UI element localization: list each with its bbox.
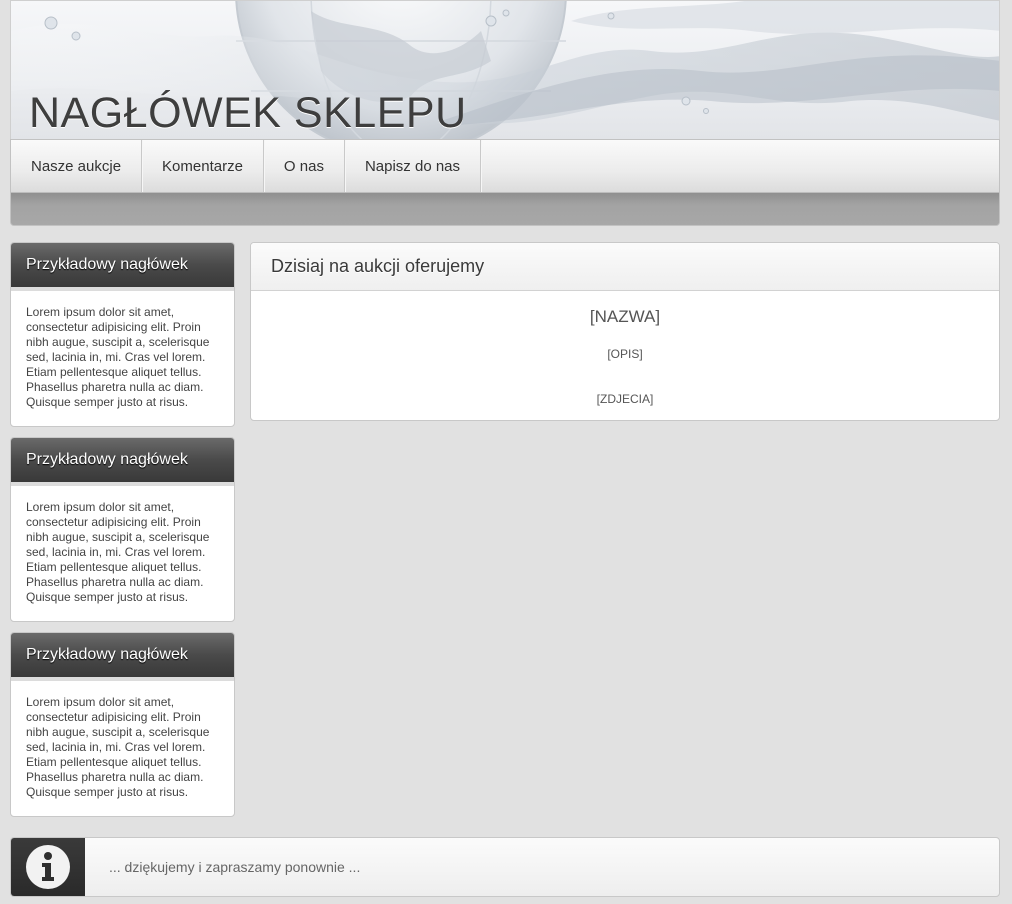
- product-photos: [ZDJECIA]: [596, 392, 654, 406]
- nav-item-contact[interactable]: Napisz do nas: [345, 140, 482, 192]
- offer-panel: Dzisiaj na aukcji oferujemy [NAZWA] [OPI…: [250, 242, 1000, 421]
- sidebar-box-title: Przykładowy nagłówek: [11, 633, 234, 681]
- nav-item-our-auctions[interactable]: Nasze aukcje: [11, 140, 143, 192]
- sidebar-box: Przykładowy nagłówek Lorem ipsum dolor s…: [10, 242, 235, 427]
- sidebar-box-title: Przykładowy nagłówek: [11, 243, 234, 291]
- nav-item-comments[interactable]: Komentarze: [142, 140, 264, 192]
- shop-header-banner: NAGŁÓWEK SKLEPU: [10, 0, 1000, 140]
- sidebar-box-title: Przykładowy nagłówek: [11, 438, 234, 486]
- sidebar-box-text: Lorem ipsum dolor sit amet, consectetur …: [26, 305, 210, 409]
- nav-item-about-us[interactable]: O nas: [264, 140, 345, 192]
- product-name: [NAZWA]: [589, 307, 661, 326]
- nav-sub-strip: [11, 193, 999, 225]
- sidebar-box-text: Lorem ipsum dolor sit amet, consectetur …: [26, 695, 210, 799]
- sidebar-box: Przykładowy nagłówek Lorem ipsum dolor s…: [10, 437, 235, 622]
- sidebar-box-text: Lorem ipsum dolor sit amet, consectetur …: [26, 500, 210, 604]
- offer-panel-title: Dzisiaj na aukcji oferujemy: [251, 243, 999, 291]
- footer-message: ... dziękujemy i zapraszamy ponownie ...: [109, 859, 361, 875]
- sidebar-box: Przykładowy nagłówek Lorem ipsum dolor s…: [10, 632, 235, 817]
- footer-bar: ... dziękujemy i zapraszamy ponownie ...: [10, 837, 1000, 897]
- product-description: [OPIS]: [607, 347, 643, 361]
- navbar: Nasze aukcje Komentarze O nas Napisz do …: [11, 140, 999, 193]
- shop-title: NAGŁÓWEK SKLEPU: [29, 89, 467, 137]
- footer-icon-box: [11, 838, 85, 896]
- info-icon: [26, 845, 70, 889]
- main-navigation: Nasze aukcje Komentarze O nas Napisz do …: [10, 139, 1000, 226]
